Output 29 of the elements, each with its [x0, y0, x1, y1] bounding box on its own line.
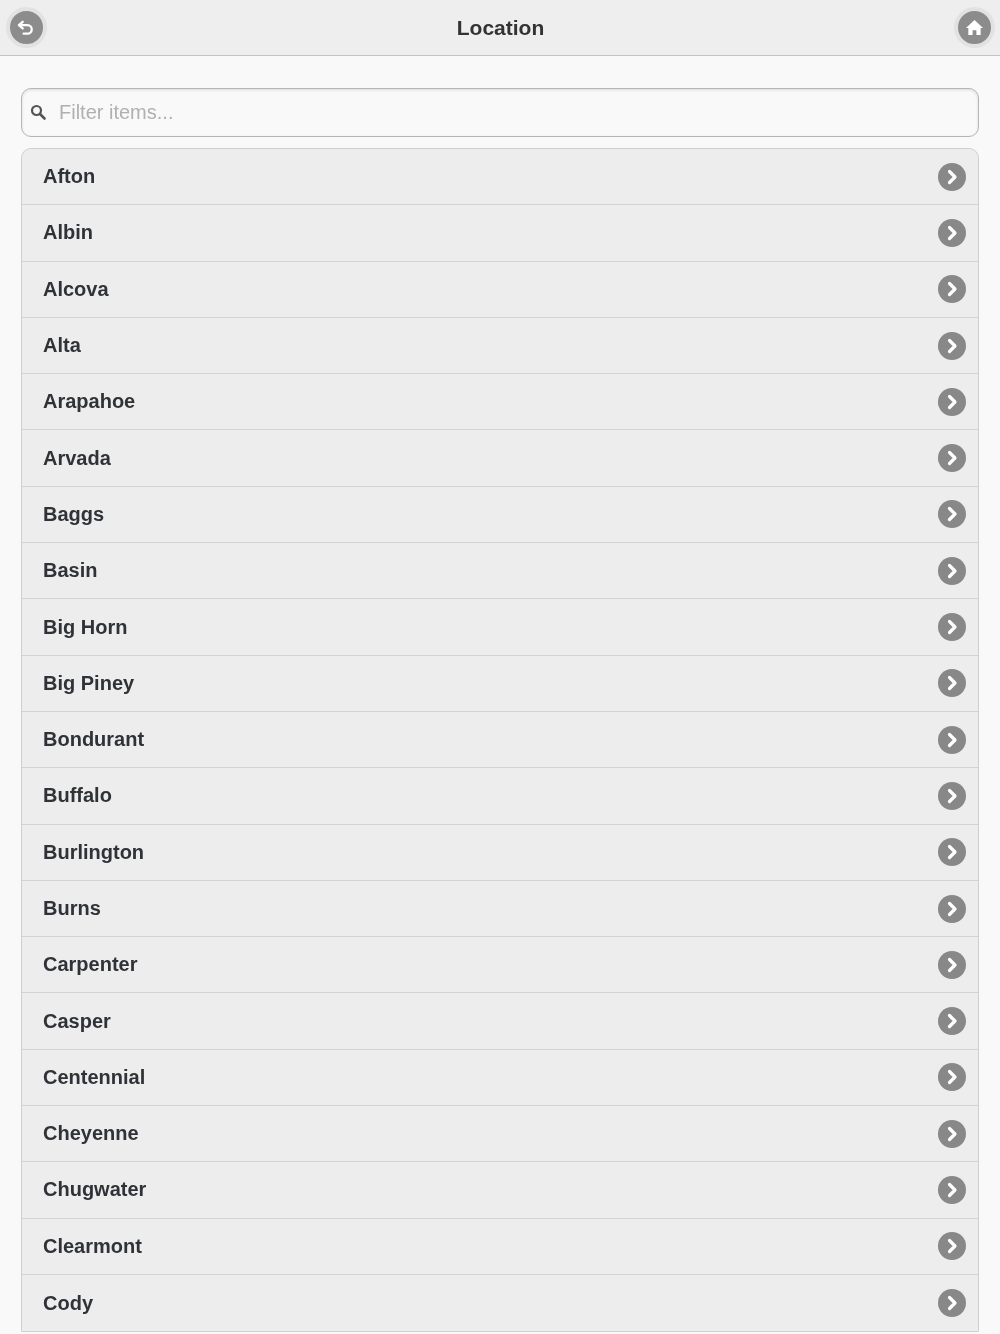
chevron-circle-icon	[938, 1289, 966, 1318]
chevron-circle-icon	[938, 1232, 966, 1261]
chevron-circle-icon	[938, 500, 966, 529]
chevron-circle-icon	[938, 444, 966, 473]
back-button[interactable]	[6, 7, 47, 48]
chevron-circle-icon	[938, 162, 966, 191]
home-icon	[965, 18, 984, 37]
chevron-circle-icon	[938, 556, 966, 585]
chevron-circle-icon	[938, 1119, 966, 1148]
chevron-circle-icon	[938, 781, 966, 810]
chevron-circle-icon	[938, 613, 966, 641]
chevron-circle-icon	[938, 894, 966, 923]
chevron-circle-icon	[938, 331, 966, 360]
chevron-circle-icon	[938, 387, 966, 416]
chevron-circle-icon	[938, 1063, 966, 1092]
chevron-circle-icon	[938, 1176, 966, 1204]
chevron-circle-icon	[938, 1007, 966, 1036]
chevron-circle-icon	[938, 218, 966, 247]
chevron-circle-icon	[938, 725, 966, 754]
page-title: Location	[456, 15, 545, 40]
search-field[interactable]: Filter items...	[21, 88, 979, 137]
chevron-circle-icon	[938, 950, 966, 979]
chevron-circle-icon	[938, 838, 966, 867]
chevron-circle-icon	[938, 669, 966, 698]
chevron-circle-icon	[938, 275, 966, 304]
list-item[interactable]: Afton	[22, 149, 978, 206]
home-button[interactable]	[954, 7, 995, 48]
return-arrow-icon	[17, 18, 36, 37]
search-icon	[30, 104, 46, 120]
